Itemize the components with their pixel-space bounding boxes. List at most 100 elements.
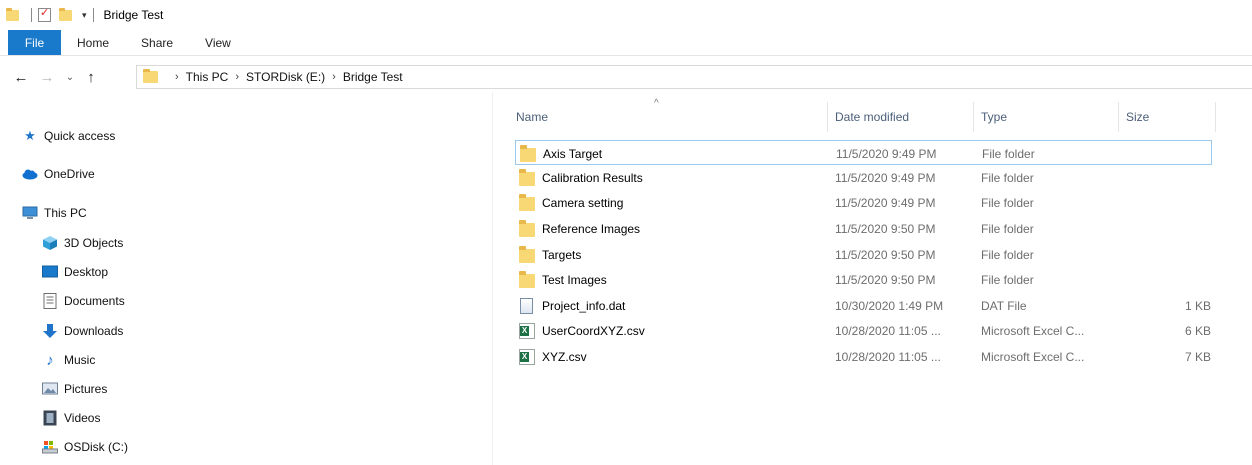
folder-icon xyxy=(520,144,536,162)
sidebar-item-label: Documents xyxy=(64,294,125,308)
file-row[interactable]: Axis Target 11/5/2020 9:49 PM File folde… xyxy=(515,140,1212,165)
file-date: 11/5/2020 9:50 PM xyxy=(835,247,936,262)
title-bar: ▾ Bridge Test xyxy=(0,0,1252,30)
new-folder-icon[interactable] xyxy=(59,7,72,21)
file-name: XYZ.csv xyxy=(542,349,587,364)
column-header-type[interactable]: Type xyxy=(974,102,1119,132)
column-header-date[interactable]: Date modified xyxy=(828,102,974,132)
file-date: 10/28/2020 11:05 ... xyxy=(835,349,941,364)
file-name: UserCoordXYZ.csv xyxy=(542,323,645,338)
file-type: Microsoft Excel C... xyxy=(981,323,1085,338)
sidebar-item-label: Music xyxy=(64,353,96,367)
file-date: 11/5/2020 9:50 PM xyxy=(835,272,936,287)
file-name-cell: UserCoordXYZ.csv xyxy=(519,318,834,343)
sidebar-item-pictures[interactable]: Pictures xyxy=(42,378,107,400)
folder-icon xyxy=(6,7,19,21)
file-date: 11/5/2020 9:50 PM xyxy=(835,221,936,236)
file-name: Camera setting xyxy=(542,195,624,210)
file-name: Calibration Results xyxy=(542,170,643,185)
sidebar-item-videos[interactable]: Videos xyxy=(42,407,100,429)
file-date: 11/5/2020 9:49 PM xyxy=(835,195,936,210)
drive-icon xyxy=(42,439,58,455)
window-title: Bridge Test xyxy=(103,8,164,22)
breadcrumb-separator-icon[interactable]: › xyxy=(235,71,239,83)
document-icon xyxy=(42,293,58,309)
column-headers: Name ^ Date modified Type Size xyxy=(505,98,1252,132)
folder-icon xyxy=(519,270,535,288)
sidebar-item-osdisk[interactable]: OSDisk (C:) xyxy=(42,436,128,458)
navigation-bar: ← → ⌄ ↑ › This PC › STORDisk (E:) › Brid… xyxy=(0,62,1252,92)
sort-ascending-icon: ^ xyxy=(654,98,659,109)
sidebar-item-label: This PC xyxy=(44,206,87,220)
file-date: 11/5/2020 9:49 PM xyxy=(836,146,937,161)
file-row[interactable]: Project_info.dat 10/30/2020 1:49 PM DAT … xyxy=(515,293,1212,318)
forward-arrow-icon[interactable]: → xyxy=(36,66,58,88)
navigation-pane: ★ Quick access OneDrive This PC 3D Objec… xyxy=(0,92,492,465)
sidebar-item-quick-access[interactable]: ★ Quick access xyxy=(22,125,115,147)
file-name-cell: Targets xyxy=(519,242,834,267)
computer-icon xyxy=(22,205,38,221)
file-name-cell: Test Images xyxy=(519,267,834,292)
breadcrumb-stordisk[interactable]: STORDisk (E:) xyxy=(246,70,325,84)
up-arrow-icon[interactable]: ↑ xyxy=(80,66,102,88)
tab-file[interactable]: File xyxy=(8,30,61,55)
sidebar-item-downloads[interactable]: Downloads xyxy=(42,320,123,342)
picture-icon xyxy=(42,381,58,397)
music-note-icon: ♪ xyxy=(46,351,54,369)
file-date: 10/30/2020 1:49 PM xyxy=(835,298,944,313)
breadcrumb-bridge-test[interactable]: Bridge Test xyxy=(343,70,403,84)
tab-view[interactable]: View xyxy=(189,30,247,55)
breadcrumb-separator-icon[interactable]: › xyxy=(332,71,336,83)
breadcrumb-this-pc[interactable]: This PC xyxy=(186,70,229,84)
customize-toolbar-icon[interactable]: ▾ xyxy=(82,10,87,21)
column-header-label: Type xyxy=(981,110,1008,124)
file-date: 10/28/2020 11:05 ... xyxy=(835,323,941,338)
recent-locations-chevron-icon[interactable]: ⌄ xyxy=(62,66,78,88)
tab-home[interactable]: Home xyxy=(61,30,125,55)
sidebar-item-label: Quick access xyxy=(44,129,116,143)
file-size xyxy=(1121,242,1211,267)
sidebar-item-onedrive[interactable]: OneDrive xyxy=(22,163,95,185)
star-icon: ★ xyxy=(24,128,36,143)
file-name: Targets xyxy=(542,247,582,262)
file-size xyxy=(1121,267,1211,292)
address-bar[interactable]: › This PC › STORDisk (E:) › Bridge Test xyxy=(136,65,1252,89)
file-name-cell: Reference Images xyxy=(519,216,834,241)
excel-file-icon xyxy=(519,348,535,365)
sidebar-item-3d-objects[interactable]: 3D Objects xyxy=(42,232,123,254)
sidebar-item-music[interactable]: ♪ Music xyxy=(42,349,95,371)
file-size: 7 KB xyxy=(1184,349,1211,364)
file-name: Test Images xyxy=(542,272,607,287)
breadcrumb-separator-icon[interactable]: › xyxy=(175,71,179,83)
file-name-cell: Calibration Results xyxy=(519,165,834,190)
file-size: 6 KB xyxy=(1184,323,1211,338)
sidebar-item-desktop[interactable]: Desktop xyxy=(42,261,108,283)
file-row[interactable]: Targets 11/5/2020 9:50 PM File folder xyxy=(515,242,1212,267)
file-name-cell: XYZ.csv xyxy=(519,344,834,369)
file-row[interactable]: UserCoordXYZ.csv 10/28/2020 11:05 ... Mi… xyxy=(515,318,1212,343)
ribbon-tabs: File Home Share View xyxy=(0,30,1252,56)
file-type: File folder xyxy=(981,272,1034,287)
file-type: File folder xyxy=(981,221,1034,236)
file-row[interactable]: Camera setting 11/5/2020 9:49 PM File fo… xyxy=(515,190,1212,215)
folder-icon xyxy=(143,69,158,83)
toolbar-divider xyxy=(31,8,32,22)
file-list: Name ^ Date modified Type Size Axis Targ… xyxy=(505,92,1252,465)
pane-divider[interactable] xyxy=(492,92,493,465)
sidebar-item-documents[interactable]: Documents xyxy=(42,290,125,312)
file-size xyxy=(1121,216,1211,241)
file-name: Axis Target xyxy=(543,146,603,161)
file-row[interactable]: Test Images 11/5/2020 9:50 PM File folde… xyxy=(515,267,1212,292)
sidebar-item-label: OneDrive xyxy=(44,167,95,181)
properties-icon[interactable] xyxy=(38,6,51,22)
column-header-name[interactable]: Name ^ xyxy=(509,98,828,132)
file-row[interactable]: XYZ.csv 10/28/2020 11:05 ... Microsoft E… xyxy=(515,344,1212,369)
cube-icon xyxy=(42,235,58,251)
file-row[interactable]: Reference Images 11/5/2020 9:50 PM File … xyxy=(515,216,1212,241)
file-type: Microsoft Excel C... xyxy=(981,349,1085,364)
tab-share[interactable]: Share xyxy=(125,30,189,55)
sidebar-item-this-pc[interactable]: This PC xyxy=(22,202,87,224)
back-arrow-icon[interactable]: ← xyxy=(10,66,32,88)
column-header-size[interactable]: Size xyxy=(1119,102,1216,132)
file-row[interactable]: Calibration Results 11/5/2020 9:49 PM Fi… xyxy=(515,165,1212,190)
